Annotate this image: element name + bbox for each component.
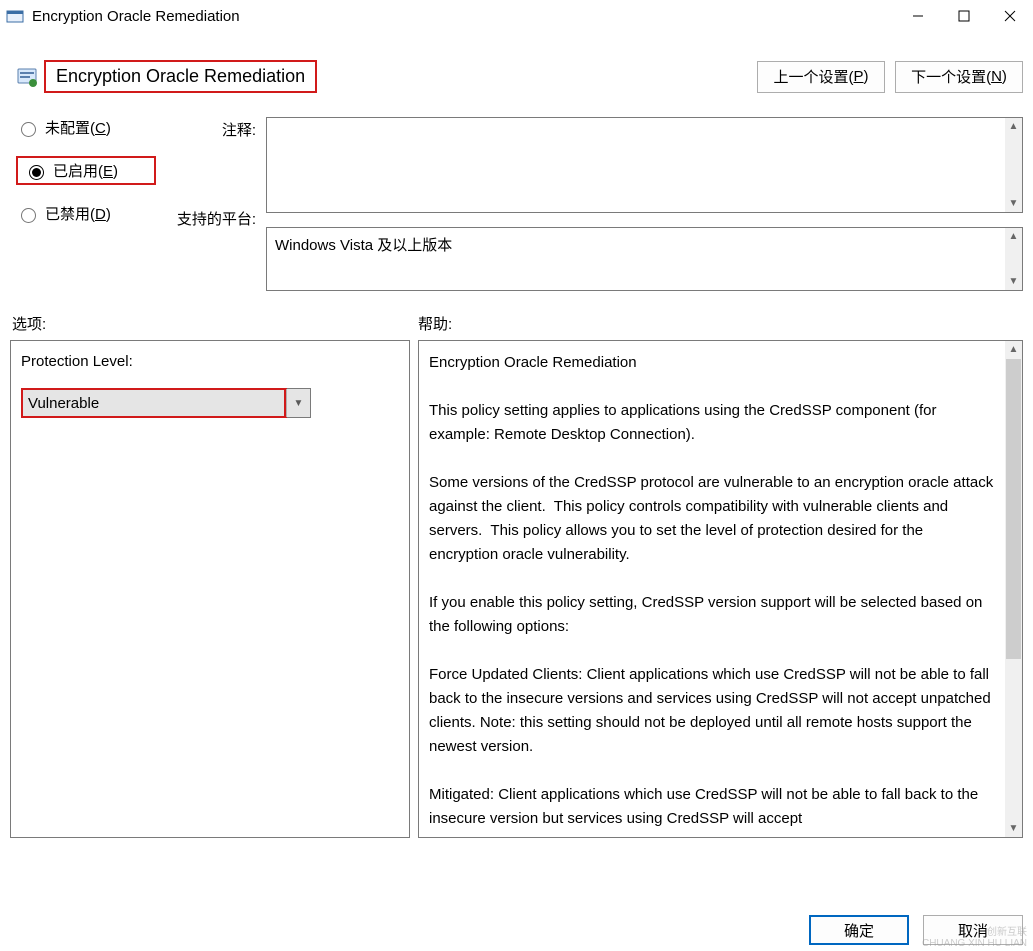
radio-not-configured[interactable]: 未配置(C) — [16, 117, 156, 138]
help-text: Encryption Oracle Remediation This polic… — [419, 341, 1005, 837]
scroll-up-icon[interactable]: ▲ — [1005, 228, 1022, 245]
close-button[interactable] — [987, 0, 1033, 32]
scroll-down-icon[interactable]: ▼ — [1005, 820, 1022, 837]
policy-icon — [16, 66, 38, 88]
radio-not-configured-input[interactable] — [21, 122, 36, 137]
window-title: Encryption Oracle Remediation — [32, 8, 895, 25]
scroll-down-icon[interactable]: ▼ — [1005, 195, 1022, 212]
next-setting-button[interactable]: 下一个设置(N) — [895, 61, 1023, 93]
app-icon — [6, 7, 24, 25]
comment-label: 注释: — [156, 119, 256, 140]
window: Encryption Oracle Remediation Encryption… — [0, 0, 1033, 951]
panels-row: Protection Level: Vulnerable ▼ Encryptio… — [0, 340, 1033, 838]
chevron-down-icon[interactable]: ▼ — [286, 389, 310, 417]
comment-textarea[interactable]: ▲ ▼ — [266, 117, 1023, 213]
titlebar: Encryption Oracle Remediation — [0, 0, 1033, 32]
radio-disabled-input[interactable] — [21, 208, 36, 223]
bottom-bar: 确定 取消 — [809, 915, 1023, 945]
supported-scrollbar[interactable]: ▲ ▼ — [1005, 228, 1022, 290]
options-panel: Protection Level: Vulnerable ▼ — [10, 340, 410, 838]
protection-level-select[interactable]: Vulnerable ▼ — [21, 388, 311, 418]
header-row: Encryption Oracle Remediation 上一个设置(P) 下… — [0, 32, 1033, 93]
radio-disabled[interactable]: 已禁用(D) — [16, 203, 156, 224]
section-labels: 选项: 帮助: — [0, 291, 1033, 340]
maximize-button[interactable] — [941, 0, 987, 32]
config-area: 未配置(C) 已启用(E) 已禁用(D) 注释: 支持的平台: ▲ ▼ — [0, 93, 1033, 291]
protection-level-value: Vulnerable — [22, 389, 286, 417]
scroll-down-icon[interactable]: ▼ — [1005, 273, 1022, 290]
help-scrollbar[interactable]: ▲ ▼ — [1005, 341, 1022, 837]
radio-column: 未配置(C) 已启用(E) 已禁用(D) — [16, 117, 156, 291]
radio-enabled-input[interactable] — [29, 165, 44, 180]
comment-value — [267, 118, 1022, 136]
scrollbar-thumb[interactable] — [1006, 359, 1021, 659]
options-label: 选项: — [10, 313, 410, 334]
supported-value: Windows Vista 及以上版本 — [267, 228, 1022, 261]
cancel-button[interactable]: 取消 — [923, 915, 1023, 945]
protection-level-label: Protection Level: — [21, 353, 399, 370]
previous-setting-button[interactable]: 上一个设置(P) — [757, 61, 885, 93]
help-label: 帮助: — [410, 313, 1023, 334]
scroll-up-icon[interactable]: ▲ — [1005, 341, 1022, 358]
supported-label: 支持的平台: — [156, 208, 256, 229]
window-controls — [895, 0, 1033, 32]
textareas-column: ▲ ▼ Windows Vista 及以上版本 ▲ ▼ — [256, 117, 1023, 291]
ok-button[interactable]: 确定 — [809, 915, 909, 945]
supported-textarea: Windows Vista 及以上版本 ▲ ▼ — [266, 227, 1023, 291]
minimize-button[interactable] — [895, 0, 941, 32]
radio-enabled[interactable]: 已启用(E) — [16, 156, 156, 185]
help-panel: Encryption Oracle Remediation This polic… — [418, 340, 1023, 838]
scroll-up-icon[interactable]: ▲ — [1005, 118, 1022, 135]
comment-scrollbar[interactable]: ▲ ▼ — [1005, 118, 1022, 212]
policy-title: Encryption Oracle Remediation — [44, 60, 317, 93]
label-column: 注释: 支持的平台: — [156, 117, 256, 291]
